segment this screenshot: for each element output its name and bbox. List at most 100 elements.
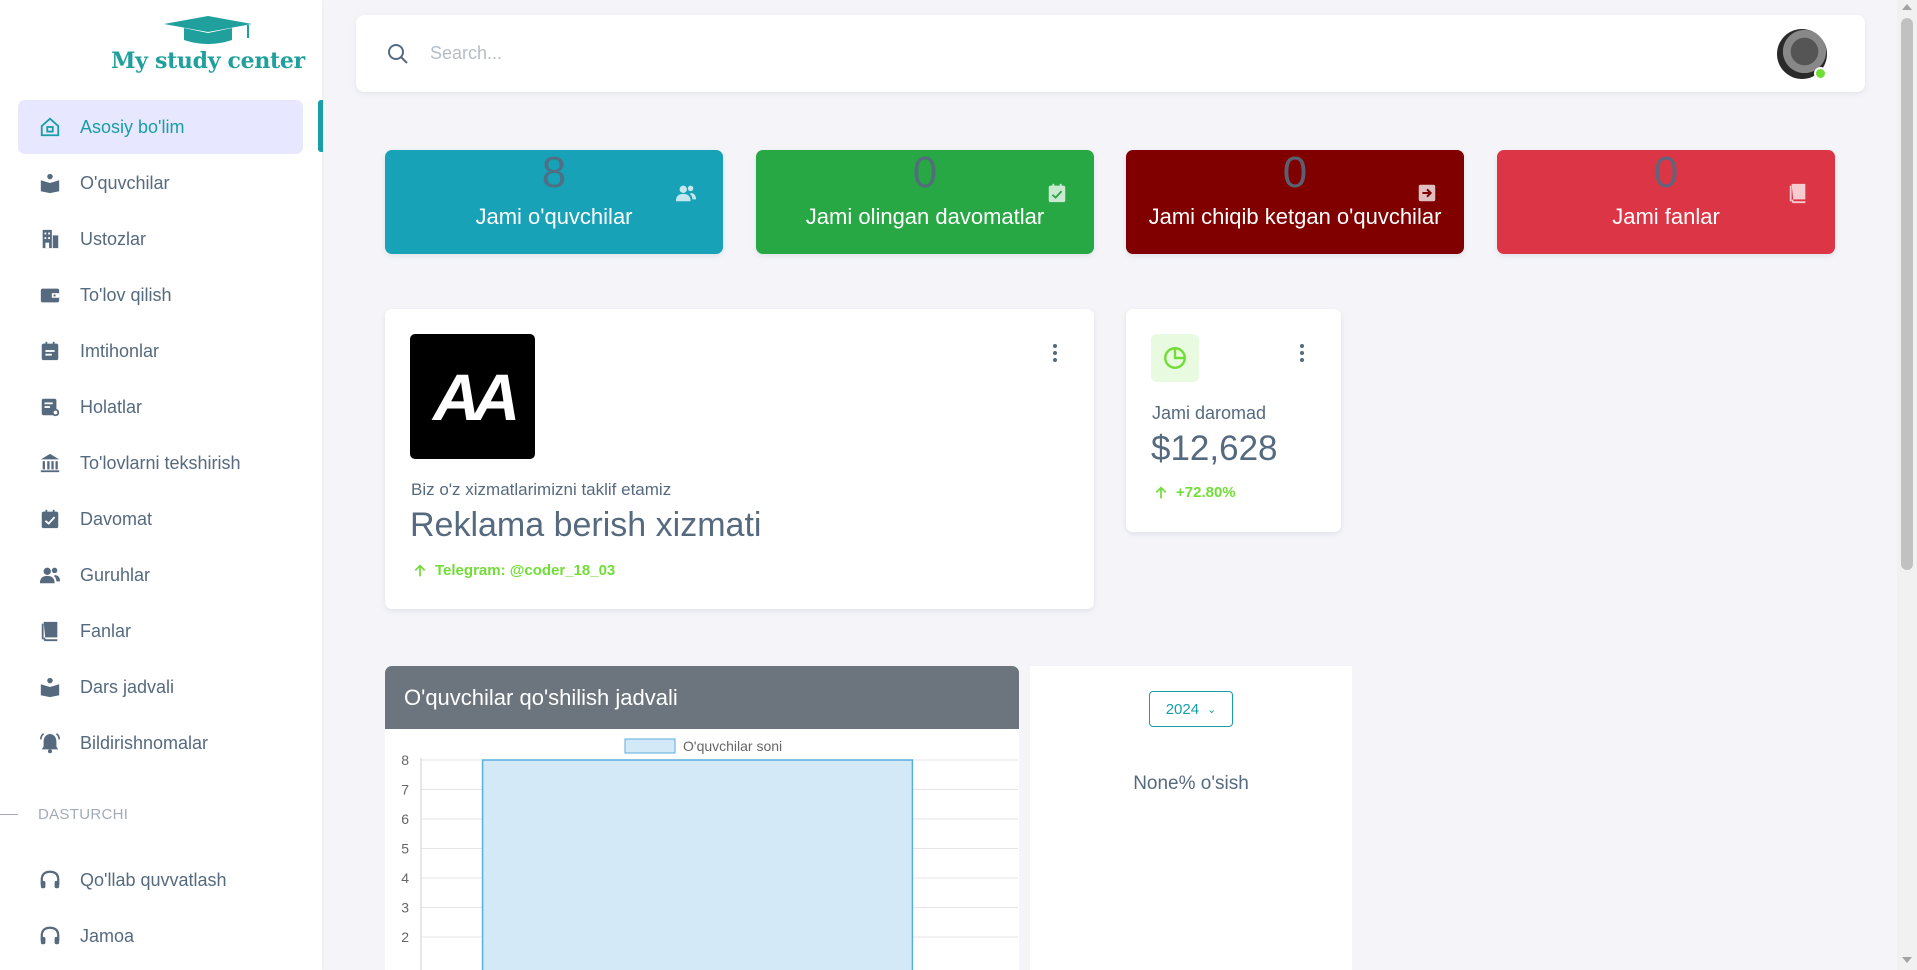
chart-title: O'quvchilar qo'shilish jadvali [385,666,1019,729]
wallet-icon [38,283,62,307]
year-select[interactable]: 2024 ⌄ [1149,691,1233,727]
menu-section-header: DASTURCHI [0,806,300,823]
sidebar-item-label: Asosiy bo'lim [80,116,185,137]
sidebar-item-label: Qo'llab quvvatlash [80,869,227,890]
pie-chart-icon [1151,334,1199,382]
students-bar-chart: O'quvchilar soni 2 3 4 5 6 7 8 [401,738,1018,970]
scroll-thumb[interactable] [1901,18,1913,570]
sidebar-item-label: To'lov qilish [80,284,172,305]
legend-label[interactable]: O'quvchilar soni [683,738,782,754]
sidebar-item-attendance[interactable]: Davomat [18,492,303,546]
promo-logo: AA [410,334,535,459]
sidebar-item-team[interactable]: Jamoa [18,909,303,963]
sidebar-item-exams[interactable]: Imtihonlar [18,324,303,378]
sidebar-item-subjects[interactable]: Fanlar [18,604,303,658]
sidebar-item-statuses[interactable]: Holatlar [18,380,303,434]
search-input[interactable] [430,43,1630,64]
income-value: $12,628 [1151,429,1278,468]
promo-title: Reklama berish xizmati [410,506,762,544]
stat-label: Jami fanlar [1612,204,1720,229]
stat-value: 0 [1282,148,1308,197]
y-tick-label: 7 [401,782,409,798]
stat-value: 0 [1653,148,1679,197]
income-change: +72.80% [1153,484,1236,501]
reader-icon [38,171,62,195]
sidebar-item-label: Fanlar [80,620,132,641]
arrow-up-icon [414,563,426,576]
graduation-cap-icon [164,16,252,44]
exit-icon [1418,184,1436,202]
sidebar-item-payment[interactable]: To'lov qilish [18,268,303,322]
stat-value: 0 [912,148,938,197]
promo-card: AA Biz o'z xizmatlarimizni taklif etamiz… [385,309,1094,609]
sidebar-item-label: Imtihonlar [80,340,160,361]
headphones-icon [38,924,62,948]
sidebar-menu: Asosiy bo'lim O'quvchilar Ustozlar To'lo… [18,100,303,772]
y-tick-label: 2 [401,929,409,945]
stat-label: Jami chiqib ketgan o'quvchilar [1148,204,1442,229]
brand-logo[interactable]: My study center [110,16,306,74]
stat-card-subjects[interactable]: 0 Jami fanlar [1497,148,1835,254]
sidebar-item-notifications[interactable]: Bildirishnomalar [18,716,303,770]
stat-card-attendance[interactable]: 0 Jami olingan davomatlar [756,148,1094,254]
stat-label: Jami olingan davomatlar [805,204,1045,229]
sidebar-item-schedule[interactable]: Dars jadvali [18,660,303,714]
sidebar-item-check-payments[interactable]: To'lovlarni tekshirish [18,436,303,490]
active-marker [318,100,323,152]
sidebar-item-students[interactable]: O'quvchilar [18,156,303,210]
sidebar-item-home[interactable]: Asosiy bo'lim [18,100,303,154]
sidebar-item-label: O'quvchilar [80,172,170,193]
sidebar-item-label: Jamoa [80,925,135,946]
sidebar-item-support[interactable]: Qo'llab quvvatlash [18,853,303,907]
calendar-check-icon [38,507,62,531]
chart-bar[interactable] [481,759,914,970]
chevron-down-icon: ⌄ [1207,703,1217,716]
home-icon [38,115,62,139]
top-navbar [356,15,1865,92]
sidebar-item-label: Davomat [80,508,153,529]
headphones-icon [38,868,62,892]
promo-telegram-link[interactable]: Telegram: @coder_18_03 [412,562,615,579]
y-tick-label: 3 [401,900,409,916]
stat-card-left-students[interactable]: 0 Jami chiqib ketgan o'quvchilar [1126,148,1464,254]
stat-label: Jami o'quvchilar [475,204,633,229]
more-options-icon[interactable] [1045,342,1065,364]
students-join-chart-card: O'quvchilar qo'shilish jadvali O'quvchil… [385,666,1019,970]
bell-icon [38,731,62,755]
calendar-list-icon [38,339,62,363]
book-icon [38,619,62,643]
sidebar-item-label: To'lovlarni tekshirish [80,452,241,473]
brand-name: My study center [111,48,305,74]
users-icon [38,563,62,587]
bank-icon [38,451,62,475]
calendar-check-icon [1048,183,1066,203]
report-icon [38,395,62,419]
stat-value: 8 [541,148,567,197]
more-options-icon[interactable] [1292,342,1312,364]
arrow-up-icon [1155,485,1167,498]
y-tick-label: 5 [401,841,409,857]
promo-subtitle: Biz o'z xizmatlarimizni taklif etamiz [411,480,672,499]
sidebar-item-label: Guruhlar [80,564,151,585]
page-scrollbar[interactable] [1897,0,1917,970]
scroll-up-arrow[interactable] [1902,4,1912,10]
online-status-dot [1814,67,1827,80]
growth-text: None% o'sish [1133,773,1249,794]
sidebar-item-label: Bildirishnomalar [80,732,209,753]
sidebar-item-teachers[interactable]: Ustozlar [18,212,303,266]
income-card: Jami daromad $12,628 +72.80% [1126,309,1341,532]
year-select-value: 2024 [1165,700,1200,718]
legend-swatch[interactable] [624,738,676,754]
sidebar-item-label: Holatlar [80,396,143,417]
reader-icon [38,675,62,699]
stat-card-students[interactable]: 8 Jami o'quvchilar [385,148,723,254]
growth-card: 2024 ⌄ None% o'sish [1030,666,1352,970]
sidebar: My study center Asosiy bo'lim O'quvchila… [0,0,323,970]
income-change-value: +72.80% [1176,484,1236,501]
sidebar-item-groups[interactable]: Guruhlar [18,548,303,602]
book-icon [1789,183,1806,204]
y-tick-label: 8 [401,752,409,768]
y-tick-label: 4 [401,870,409,886]
sidebar-dev-menu: Qo'llab quvvatlash Jamoa [18,853,303,965]
scroll-down-arrow[interactable] [1902,957,1912,963]
